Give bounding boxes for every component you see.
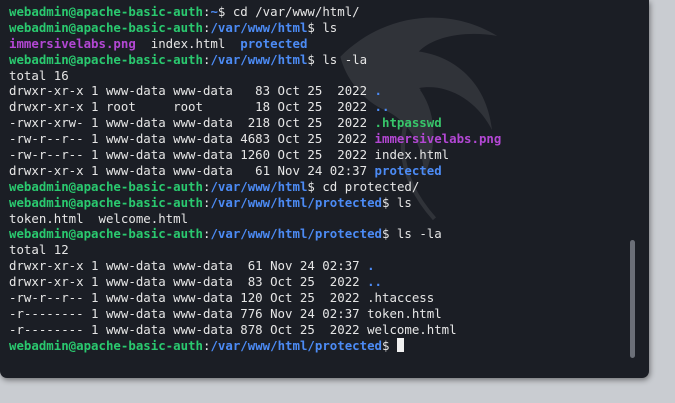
terminal-window[interactable]: webadmin@apache-basic-auth:~$ cd /var/ww… <box>0 0 649 378</box>
terminal-line: -r-------- 1 www-data www-data 878 Oct 2… <box>9 322 501 338</box>
prompt-path: /var/www/html/protected <box>210 226 383 242</box>
terminal-line: webadmin@apache-basic-auth:/var/www/html… <box>9 337 501 354</box>
image-file-name: immersivelabs.png <box>374 131 502 147</box>
terminal-text: drwxr-xr-x 1 www-data www-data 61 Nov 24… <box>9 258 368 274</box>
terminal-line: webadmin@apache-basic-auth:/var/www/html… <box>9 226 501 242</box>
terminal-text: -rw-r--r-- 1 www-data www-data 4683 Oct … <box>9 131 375 147</box>
terminal-text: $ ls -la <box>307 51 368 67</box>
directory-name: . <box>374 83 382 99</box>
terminal-line: webadmin@apache-basic-auth:/var/www/html… <box>9 195 501 211</box>
prompt-path: /var/www/html <box>210 178 308 194</box>
terminal-line: total 16 <box>9 68 501 84</box>
terminal-text: token.html welcome.html <box>9 210 189 226</box>
terminal-text: -rw-r--r-- 1 www-data www-data 1260 Oct … <box>9 147 450 163</box>
terminal-text: index.html <box>135 35 241 51</box>
terminal-line: -rw-r--r-- 1 www-data www-data 120 Oct 2… <box>9 290 501 306</box>
directory-name: . <box>367 258 375 274</box>
terminal-line: -r-------- 1 www-data www-data 776 Nov 2… <box>9 306 501 322</box>
terminal-text: $ ls <box>382 194 412 210</box>
image-file-name: immersivelabs.png <box>9 35 136 51</box>
terminal-line: total 12 <box>9 242 501 258</box>
terminal-line: drwxr-xr-x 1 www-data www-data 83 Oct 25… <box>9 83 501 99</box>
executable-name: .htpasswd <box>374 115 442 131</box>
terminal-text: $ cd protected/ <box>307 178 420 194</box>
terminal-line: webadmin@apache-basic-auth:/var/www/html… <box>9 179 501 195</box>
terminal-line: token.html welcome.html <box>9 211 501 227</box>
terminal-text: -r-------- 1 www-data www-data 776 Nov 2… <box>9 305 442 321</box>
terminal-line: -rw-r--r-- 1 www-data www-data 4683 Oct … <box>9 131 501 147</box>
prompt-user: webadmin@apache-basic-auth <box>9 4 203 19</box>
terminal-line: -rw-r--r-- 1 www-data www-data 1260 Oct … <box>9 147 501 163</box>
terminal-line: -rwxr-xrw- 1 www-data www-data 218 Oct 2… <box>9 115 501 131</box>
terminal-text: -r-------- 1 www-data www-data 878 Oct 2… <box>9 321 457 337</box>
prompt-path: /var/www/html <box>210 19 308 35</box>
prompt-user: webadmin@apache-basic-auth <box>9 19 203 35</box>
terminal-line: drwxr-xr-x 1 www-data www-data 61 Nov 24… <box>9 258 501 274</box>
terminal-text: total 16 <box>9 67 69 83</box>
terminal-line: drwxr-xr-x 1 root root 18 Oct 25 2022 .. <box>9 99 501 115</box>
terminal-text: drwxr-xr-x 1 root root 18 Oct 25 2022 <box>9 99 375 115</box>
terminal-line: drwxr-xr-x 1 www-data www-data 61 Nov 24… <box>9 163 501 179</box>
terminal-line: webadmin@apache-basic-auth:/var/www/html… <box>9 52 501 68</box>
terminal-text: $ <box>382 337 397 353</box>
directory-name: protected <box>374 162 442 178</box>
terminal-text: drwxr-xr-x 1 www-data www-data 83 Oct 25… <box>9 274 368 290</box>
directory-name: .. <box>374 99 390 115</box>
terminal-text: $ ls -la <box>382 226 442 242</box>
scrollbar-thumb[interactable] <box>630 240 635 358</box>
terminal-text: drwxr-xr-x 1 www-data www-data 83 Oct 25… <box>9 83 375 99</box>
terminal-text: drwxr-xr-x 1 www-data www-data 61 Nov 24… <box>9 162 375 178</box>
prompt-user: webadmin@apache-basic-auth <box>9 194 203 210</box>
terminal-line: immersivelabs.png index.html protected <box>9 36 501 52</box>
directory-name: .. <box>367 274 382 290</box>
prompt-user: webadmin@apache-basic-auth <box>9 226 203 242</box>
prompt-user: webadmin@apache-basic-auth <box>9 337 203 353</box>
terminal-text: -rw-r--r-- 1 www-data www-data 120 Oct 2… <box>9 290 435 306</box>
directory-name: protected <box>240 35 308 51</box>
terminal-text: total 12 <box>9 242 69 258</box>
terminal-line: drwxr-xr-x 1 www-data www-data 83 Oct 25… <box>9 274 501 290</box>
terminal-line: webadmin@apache-basic-auth:~$ cd /var/ww… <box>9 4 501 20</box>
terminal-text: $ cd /var/www/html/ <box>217 4 360 19</box>
prompt-path: ~ <box>210 4 218 19</box>
prompt-user: webadmin@apache-basic-auth <box>9 51 203 67</box>
terminal-text: $ ls <box>307 19 338 35</box>
prompt-path: /var/www/html/protected <box>210 194 383 210</box>
prompt-path: /var/www/html <box>210 51 308 67</box>
text-cursor <box>396 337 405 352</box>
terminal-text: -rwxr-xrw- 1 www-data www-data 218 Oct 2… <box>9 115 375 131</box>
prompt-path: /var/www/html/protected <box>210 337 383 353</box>
prompt-user: webadmin@apache-basic-auth <box>9 178 203 194</box>
terminal-line: webadmin@apache-basic-auth:/var/www/html… <box>9 20 501 36</box>
terminal-output[interactable]: webadmin@apache-basic-auth:~$ cd /var/ww… <box>9 4 501 354</box>
